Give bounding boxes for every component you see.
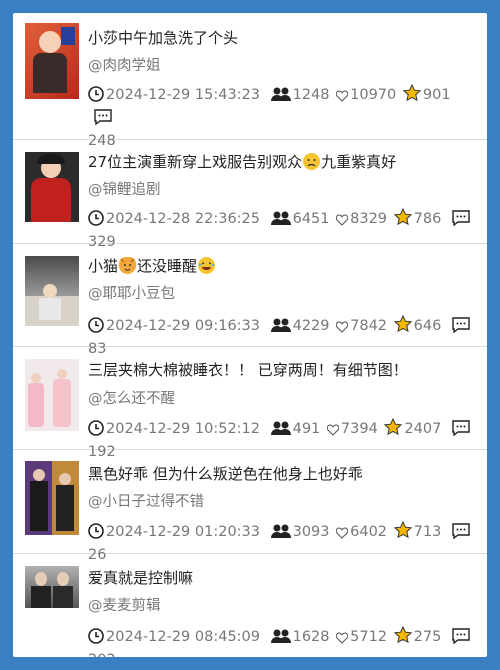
post-title[interactable]: 爱真就是控制嘛	[88, 567, 193, 588]
comment-icon	[94, 109, 112, 125]
view-count: 3093	[292, 524, 330, 540]
clock-icon	[88, 317, 104, 333]
heart-icon	[336, 90, 349, 102]
feed-list: 小莎中午加急洗了个头 @肉肉学姐 2024-12-29 15:43:23 124…	[13, 13, 487, 657]
favorite-count: 901	[422, 87, 451, 103]
post-thumbnail[interactable]	[25, 152, 79, 222]
post-title[interactable]: 小猫 还没睡醒	[88, 255, 216, 276]
list-item[interactable]: 三层夹棉大棉被睡衣！！ 已穿两周！有细节图！ @怎么还不醒 2024-12-29…	[13, 347, 487, 460]
heart-icon	[336, 321, 349, 333]
post-time: 2024-12-29 01:20:33	[106, 524, 260, 540]
users-icon	[270, 628, 291, 644]
view-count: 491	[292, 421, 321, 437]
favorite-count: 2407	[404, 421, 442, 437]
list-item[interactable]: 小莎中午加急洗了个头 @肉肉学姐 2024-12-29 15:43:23 124…	[13, 13, 487, 149]
favorite-count: 275	[413, 629, 442, 645]
post-thumbnail[interactable]	[25, 23, 79, 99]
clock-icon	[88, 420, 104, 436]
post-thumbnail[interactable]	[25, 566, 79, 608]
users-icon	[270, 317, 291, 333]
comment-icon	[452, 628, 470, 644]
post-time: 2024-12-28 22:36:25	[106, 211, 260, 227]
like-count: 7842	[350, 318, 388, 334]
post-author[interactable]: @怎么还不醒	[88, 387, 175, 408]
star-icon	[402, 84, 421, 102]
post-title[interactable]: 黑色好乖 但为什么叛逆色在他身上也好乖	[88, 463, 363, 484]
comment-icon	[452, 523, 470, 539]
favorite-count: 646	[413, 318, 442, 334]
clock-icon	[88, 210, 104, 226]
post-title[interactable]: 27位主演重新穿上戏服告别观众 九重紫真好	[88, 151, 396, 172]
post-thumbnail[interactable]	[25, 359, 79, 431]
clock-icon	[88, 86, 104, 102]
cat-face-icon	[119, 257, 137, 274]
like-count: 8329	[350, 211, 388, 227]
list-item[interactable]: 黑色好乖 但为什么叛逆色在他身上也好乖 @小日子过得不错 2024-12-29 …	[13, 450, 487, 563]
comment-icon	[452, 317, 470, 333]
heart-icon	[336, 527, 349, 539]
post-thumbnail[interactable]	[25, 461, 79, 535]
like-count: 6402	[350, 524, 388, 540]
star-icon	[393, 315, 412, 333]
clock-icon	[88, 628, 104, 644]
users-icon	[270, 420, 291, 436]
post-title[interactable]: 三层夹棉大棉被睡衣！！ 已穿两周！有细节图！	[88, 359, 408, 380]
post-meta: 2024-12-29 08:45:09 1628 5712 275 202	[88, 626, 478, 657]
post-author[interactable]: @锦鲤追剧	[88, 178, 161, 199]
post-time: 2024-12-29 15:43:23	[106, 87, 260, 103]
users-icon	[270, 523, 291, 539]
like-count: 5712	[350, 629, 388, 645]
comment-icon	[452, 210, 470, 226]
post-title[interactable]: 小莎中午加急洗了个头	[88, 27, 238, 48]
list-item[interactable]: 小猫 还没睡醒 @耶耶小豆包 2024-12-29 09:16:33 4229 7…	[13, 244, 487, 357]
view-count: 4229	[292, 318, 330, 334]
heart-icon	[336, 632, 349, 644]
post-time: 2024-12-29 10:52:12	[106, 421, 260, 437]
star-icon	[393, 626, 412, 644]
star-icon	[393, 208, 412, 226]
users-icon	[270, 86, 291, 102]
laughing-face-icon	[198, 257, 216, 274]
view-count: 6451	[292, 211, 330, 227]
heart-icon	[336, 214, 349, 226]
like-count: 10970	[350, 87, 397, 103]
heart-icon	[326, 424, 339, 436]
post-author[interactable]: @耶耶小豆包	[88, 282, 175, 303]
post-author[interactable]: @麦麦剪辑	[88, 594, 161, 615]
comment-icon	[452, 420, 470, 436]
post-time: 2024-12-29 08:45:09	[106, 629, 260, 645]
list-item[interactable]: 爱真就是控制嘛 @麦麦剪辑 2024-12-29 08:45:09 1628 5…	[13, 554, 487, 657]
favorite-count: 786	[413, 211, 442, 227]
clock-icon	[88, 523, 104, 539]
list-item[interactable]: 27位主演重新穿上戏服告别观众 九重紫真好 @锦鲤追剧 2024-12-28 22…	[13, 140, 487, 250]
comment-count: 202	[88, 652, 116, 657]
post-thumbnail[interactable]	[25, 256, 79, 326]
star-icon	[393, 521, 412, 539]
worried-face-icon	[303, 153, 321, 170]
like-count: 7394	[340, 421, 378, 437]
post-author[interactable]: @小日子过得不错	[88, 490, 204, 511]
view-count: 1248	[292, 87, 330, 103]
star-icon	[384, 418, 403, 436]
post-author[interactable]: @肉肉学姐	[88, 54, 161, 75]
users-icon	[270, 210, 291, 226]
view-count: 1628	[292, 629, 330, 645]
favorite-count: 713	[413, 524, 442, 540]
post-time: 2024-12-29 09:16:33	[106, 318, 260, 334]
